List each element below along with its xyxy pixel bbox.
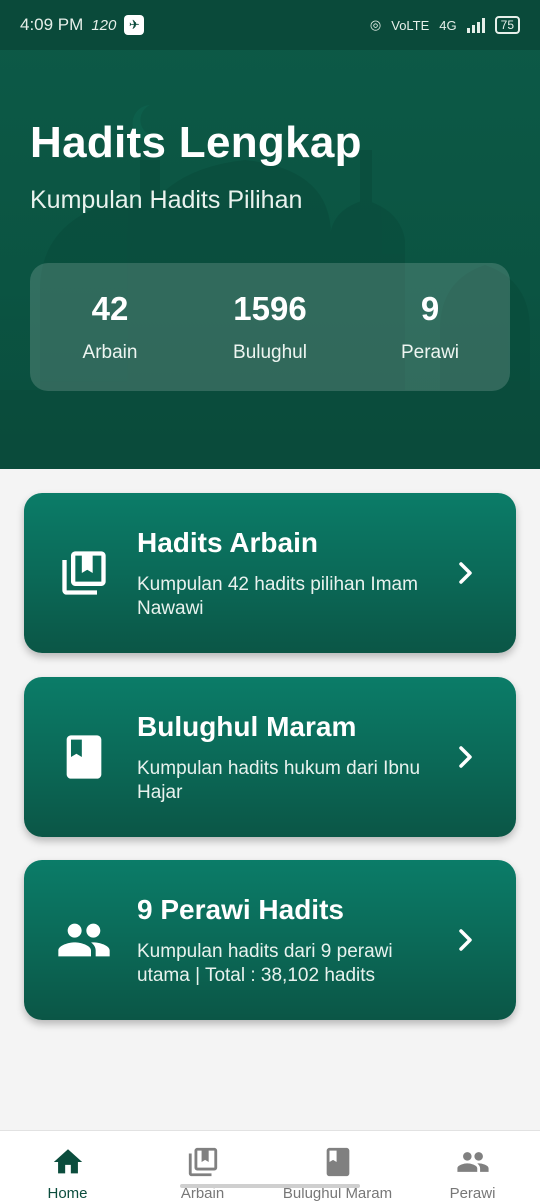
network-gen-label: 4G [439,17,457,33]
nav-item-perawi[interactable]: Perawi [405,1131,540,1204]
chevron-right-icon [459,746,472,768]
book-icon [56,729,112,785]
home-icon [53,1149,82,1174]
library-books-icon [188,1147,217,1177]
status-bar: 4:09 PM 120 ✈ ◎ VoLTE 4G 75 [0,0,540,50]
menu-card-hadits-arbain[interactable]: Hadits Arbain Kumpulan 42 hadits pilihan… [24,493,516,653]
menu-card-bulughul-maram[interactable]: Bulughul Maram Kumpulan hadits hukum dar… [24,677,516,837]
stat-label: Perawi [400,342,460,363]
stats-card: 42 Arbain 1596 Bulughul 9 Perawi [30,263,510,391]
menu-card-title: Bulughul Maram [137,711,357,742]
people-icon [456,1152,489,1172]
stat-arbain: 42 Arbain [30,263,190,391]
page-title: Hadits Lengkap [30,118,362,167]
menu-card-title: Hadits Arbain [137,527,318,558]
menu-card-description: Kumpulan 42 hadits pilihan Imam Nawawi [137,574,418,619]
nav-item-arbain[interactable]: Arbain [135,1131,270,1204]
gesture-bar[interactable] [180,1184,360,1188]
status-time: 4:09 PM [20,15,84,34]
header: 4:09 PM 120 ✈ ◎ VoLTE 4G 75 Hadits Lengk… [0,0,540,469]
people-icon [56,912,112,968]
nav-label: Home [47,1185,88,1202]
nav-item-bulughul-maram[interactable]: Bulughul Maram [270,1131,405,1204]
signal-strength-icon [466,17,485,33]
book-icon [326,1147,349,1177]
notification-app-icon: ✈ [124,15,145,35]
bottom-navigation: Home Arbain Bulughul Maram Perawi [0,1130,540,1204]
menu-card-title: 9 Perawi Hadits [137,894,344,925]
volte-label: VoLTE [391,17,430,33]
stat-label: Bulughul [233,342,307,363]
hotspot-icon: ◎ [369,17,382,32]
page-subtitle: Kumpulan Hadits Pilihan [30,186,303,214]
menu-card-perawi-hadits[interactable]: 9 Perawi Hadits Kumpulan hadits dari 9 p… [24,860,516,1020]
stat-value: 9 [420,290,440,327]
mosque-silhouette [0,105,540,469]
library-books-icon [56,545,112,601]
chevron-right-icon [459,562,472,584]
stat-label: Arbain [82,342,138,363]
network-speed: 120 [91,16,117,34]
menu-card-description: Kumpulan hadits dari 9 perawi utama | To… [137,941,393,986]
battery-icon: 75 [494,16,520,34]
nav-label: Perawi [449,1185,496,1202]
chevron-right-icon [459,929,472,951]
nav-item-home[interactable]: Home [0,1131,135,1204]
stat-value: 42 [91,290,129,327]
stat-perawi: 9 Perawi [350,263,510,391]
stat-bulughul: 1596 Bulughul [190,263,350,391]
stat-value: 1596 [233,290,307,327]
menu-card-description: Kumpulan hadits hukum dari Ibnu Hajar [137,758,421,803]
